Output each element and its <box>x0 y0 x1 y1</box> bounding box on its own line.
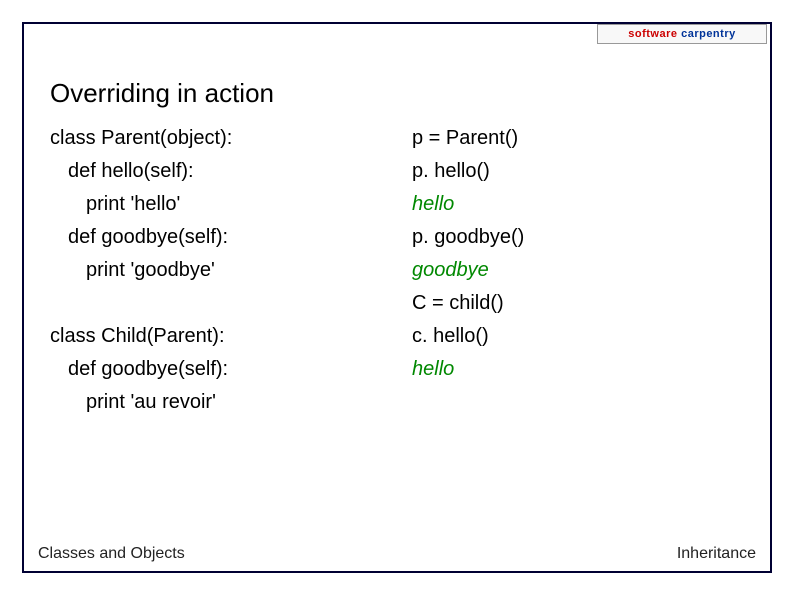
code-line: def hello(self): <box>50 155 382 188</box>
output-line: goodbye <box>412 254 744 287</box>
software-carpentry-logo: software carpentry <box>597 24 767 44</box>
output-line: hello <box>412 188 744 221</box>
code-line: C = child() <box>412 287 744 320</box>
code-blank <box>50 287 382 320</box>
code-line: class Child(Parent): <box>50 320 382 353</box>
logo-carpentry: carpentry <box>681 28 736 40</box>
slide-content: class Parent(object): def hello(self): p… <box>50 122 744 419</box>
code-line: p = Parent() <box>412 122 744 155</box>
code-line: print 'hello' <box>50 188 382 221</box>
output-line: hello <box>412 353 744 386</box>
logo-software: software <box>628 28 677 40</box>
slide-title: Overriding in action <box>50 78 274 109</box>
code-line: p. hello() <box>412 155 744 188</box>
code-line: def goodbye(self): <box>50 353 382 386</box>
code-column-left: class Parent(object): def hello(self): p… <box>50 122 382 419</box>
code-line: print 'goodbye' <box>50 254 382 287</box>
code-line: print 'au revoir' <box>50 386 382 419</box>
code-line: p. goodbye() <box>412 221 744 254</box>
footer-left: Classes and Objects <box>38 545 185 563</box>
code-line: c. hello() <box>412 320 744 353</box>
code-column-right: p = Parent() p. hello() hello p. goodbye… <box>412 122 744 419</box>
code-line: def goodbye(self): <box>50 221 382 254</box>
code-line: class Parent(object): <box>50 122 382 155</box>
slide-footer: Classes and Objects Inheritance <box>38 545 756 563</box>
footer-right: Inheritance <box>677 545 756 563</box>
